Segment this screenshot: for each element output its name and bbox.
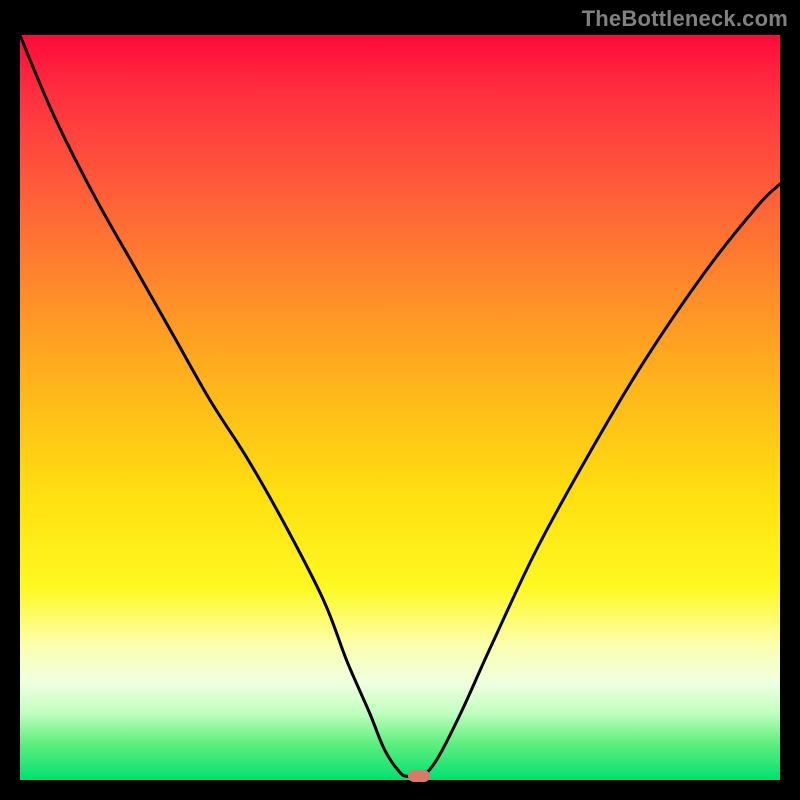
curve-svg xyxy=(20,35,780,780)
watermark-text: TheBottleneck.com xyxy=(582,6,788,32)
plot-area xyxy=(20,35,780,780)
bottleneck-curve xyxy=(20,35,780,778)
chart-container: TheBottleneck.com xyxy=(0,0,800,800)
optimum-marker xyxy=(408,770,430,782)
